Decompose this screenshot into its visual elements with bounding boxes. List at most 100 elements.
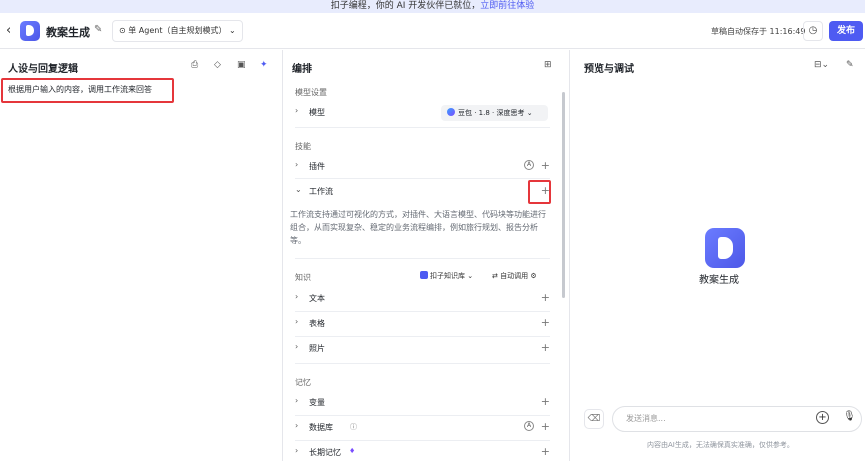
workflow-label: 工作流 (309, 187, 333, 196)
divider (295, 363, 550, 364)
model-label: 模型 (309, 108, 325, 117)
kb-logo-icon (420, 271, 428, 279)
template-icon[interactable]: ⎙ (191, 60, 198, 70)
divider (295, 258, 550, 259)
workflow-description: 工作流支持通过可视化的方式，对插件、大语言模型、代码块等功能进行组合，从而实现复… (290, 210, 546, 245)
model-section-label: 模型设置 (295, 88, 327, 97)
auto-call-icon: ⇄ (492, 272, 501, 280)
memory-section-label: 记忆 (295, 378, 311, 387)
persona-title: 人设与回复逻辑 (8, 64, 78, 75)
auto-icon[interactable]: A (524, 160, 534, 170)
preview-panel: 预览与调试 ⊟⌄ ✎ 教案生成 ⌫ 发送消息... + 🎙 内容由AI生成，无法… (571, 50, 865, 461)
mode-icon: ⊙ (119, 26, 129, 35)
app-logo (20, 21, 40, 41)
skills-section-label: 技能 (295, 142, 311, 151)
divider (295, 311, 550, 312)
add-database-icon[interactable]: + (541, 420, 550, 433)
chevron-right-icon: › (295, 446, 299, 455)
persona-prompt[interactable]: 根据用户输入的内容，调用工作流来回答 (8, 84, 152, 95)
chevron-down-icon: ⌄ (226, 26, 236, 35)
highlight-box (528, 180, 551, 204)
debug-options-icon[interactable]: ⊟⌄ (814, 60, 829, 70)
ai-disclaimer: 内容由AI生成，无法确保真实准确，仅供参考。 (647, 441, 794, 449)
mode-select[interactable]: ⊙ 单 Agent（自主规划模式） ⌄ (112, 20, 243, 42)
database-row[interactable]: › 数据库 ⓘ A + (295, 419, 550, 437)
doubao-icon (447, 108, 455, 116)
add-attachment-icon[interactable]: + (816, 411, 829, 424)
text-label: 文本 (309, 294, 325, 303)
knowledge-section-label: 知识 (295, 273, 311, 282)
gear-icon[interactable]: ⚙ (528, 272, 536, 280)
plugin-row[interactable]: › 插件 A + (295, 158, 550, 176)
info-icon[interactable]: ⓘ (350, 422, 357, 432)
chevron-down-icon: ⌄ (524, 109, 533, 117)
variable-row[interactable]: › 变量 + (295, 394, 550, 412)
plugin-label: 插件 (309, 162, 325, 171)
bot-avatar (705, 228, 745, 268)
database-label: 数据库 (309, 423, 333, 432)
layout-icon[interactable]: ▣ (237, 60, 246, 70)
sparkle-icon[interactable]: ✦ (260, 60, 268, 70)
add-plugin-icon[interactable]: + (541, 159, 550, 172)
chevron-right-icon: › (295, 396, 299, 405)
add-variable-icon[interactable]: + (541, 395, 550, 408)
table-label: 表格 (309, 319, 325, 328)
chevron-right-icon: › (295, 160, 299, 169)
chevron-right-icon: › (295, 342, 299, 351)
longterm-memory-row[interactable]: › 长期记忆 ♦ + (295, 444, 550, 461)
back-icon[interactable]: ‹ (6, 23, 11, 38)
divider (295, 178, 550, 179)
top-bar: ‹ 教案生成 ✎ ⊙ 单 Agent（自主规划模式） ⌄ 草稿自动保存于 11:… (0, 13, 865, 49)
divider (295, 127, 550, 128)
divider (295, 415, 550, 416)
promo-banner: 扣子编程，你的 AI 开发伙伴已就位，立即前往体验 (0, 0, 865, 13)
divider (295, 440, 550, 441)
auto-call-select[interactable]: ⇄ 自动调用 ⚙ (492, 271, 537, 281)
banner-link[interactable]: 立即前往体验 (480, 1, 534, 11)
add-text-icon[interactable]: + (541, 291, 550, 304)
photo-label: 照片 (309, 344, 325, 353)
persona-panel: 人设与回复逻辑 ⎙ ◇ ▣ ✦ 根据用户输入的内容，调用工作流来回答 (0, 50, 283, 461)
banner-text: 扣子编程，你的 AI 开发伙伴已就位， (330, 1, 481, 11)
edit-icon[interactable]: ✎ (94, 24, 102, 35)
tag-icon[interactable]: ◇ (214, 60, 221, 70)
auto-call-label: 自动调用 (500, 272, 529, 280)
chevron-right-icon: › (295, 421, 299, 430)
knowledge-base-select[interactable]: 扣子知识库 ⌄ (420, 271, 473, 281)
publish-button[interactable]: 发布 (829, 21, 863, 41)
microphone-icon[interactable]: 🎙 (843, 411, 856, 422)
table-row[interactable]: › 表格 + (295, 315, 550, 333)
auto-icon[interactable]: A (524, 421, 534, 431)
model-value: 豆包 · 1.8 · 深度思考 (458, 109, 525, 117)
chevron-right-icon: › (295, 292, 299, 301)
kb-label: 扣子知识库 (430, 272, 465, 280)
chevron-down-icon: ⌄ (465, 272, 474, 280)
longterm-memory-label: 长期记忆 (309, 448, 341, 457)
clock-icon: ◷ (808, 25, 818, 36)
diamond-icon: ♦ (349, 447, 356, 455)
photo-row[interactable]: › 照片 + (295, 340, 550, 358)
add-memory-icon[interactable]: + (541, 445, 550, 458)
scrollbar[interactable] (562, 92, 565, 298)
mode-label: 单 Agent（自主规划模式） (128, 26, 227, 35)
bot-name: 教案生成 (699, 275, 739, 286)
clear-history-button[interactable]: ⌫ (584, 409, 604, 429)
broom-icon: ⌫ (587, 414, 601, 424)
app-name: 教案生成 (46, 26, 90, 39)
grid-icon[interactable]: ⊞ (544, 60, 552, 70)
settings-icon[interactable]: ✎ (846, 60, 854, 70)
history-button[interactable]: ◷ (803, 21, 823, 41)
text-row[interactable]: › 文本 + (295, 290, 550, 308)
add-table-icon[interactable]: + (541, 316, 550, 329)
chevron-down-icon: ⌄ (295, 185, 302, 194)
orchestration-title: 编排 (292, 64, 312, 75)
chevron-right-icon: › (295, 106, 299, 115)
orchestration-panel: 编排 ⊞ 模型设置 › 模型 豆包 · 1.8 · 深度思考 ⌄ 技能 › 插件… (284, 50, 570, 461)
variable-label: 变量 (309, 398, 325, 407)
autosave-status: 草稿自动保存于 11:16:49 (711, 27, 806, 36)
model-select[interactable]: 豆包 · 1.8 · 深度思考 ⌄ (441, 105, 548, 121)
workflow-row[interactable]: ⌄ 工作流 + (295, 183, 550, 201)
preview-title: 预览与调试 (584, 64, 634, 75)
chevron-right-icon: › (295, 317, 299, 326)
add-photo-icon[interactable]: + (541, 341, 550, 354)
